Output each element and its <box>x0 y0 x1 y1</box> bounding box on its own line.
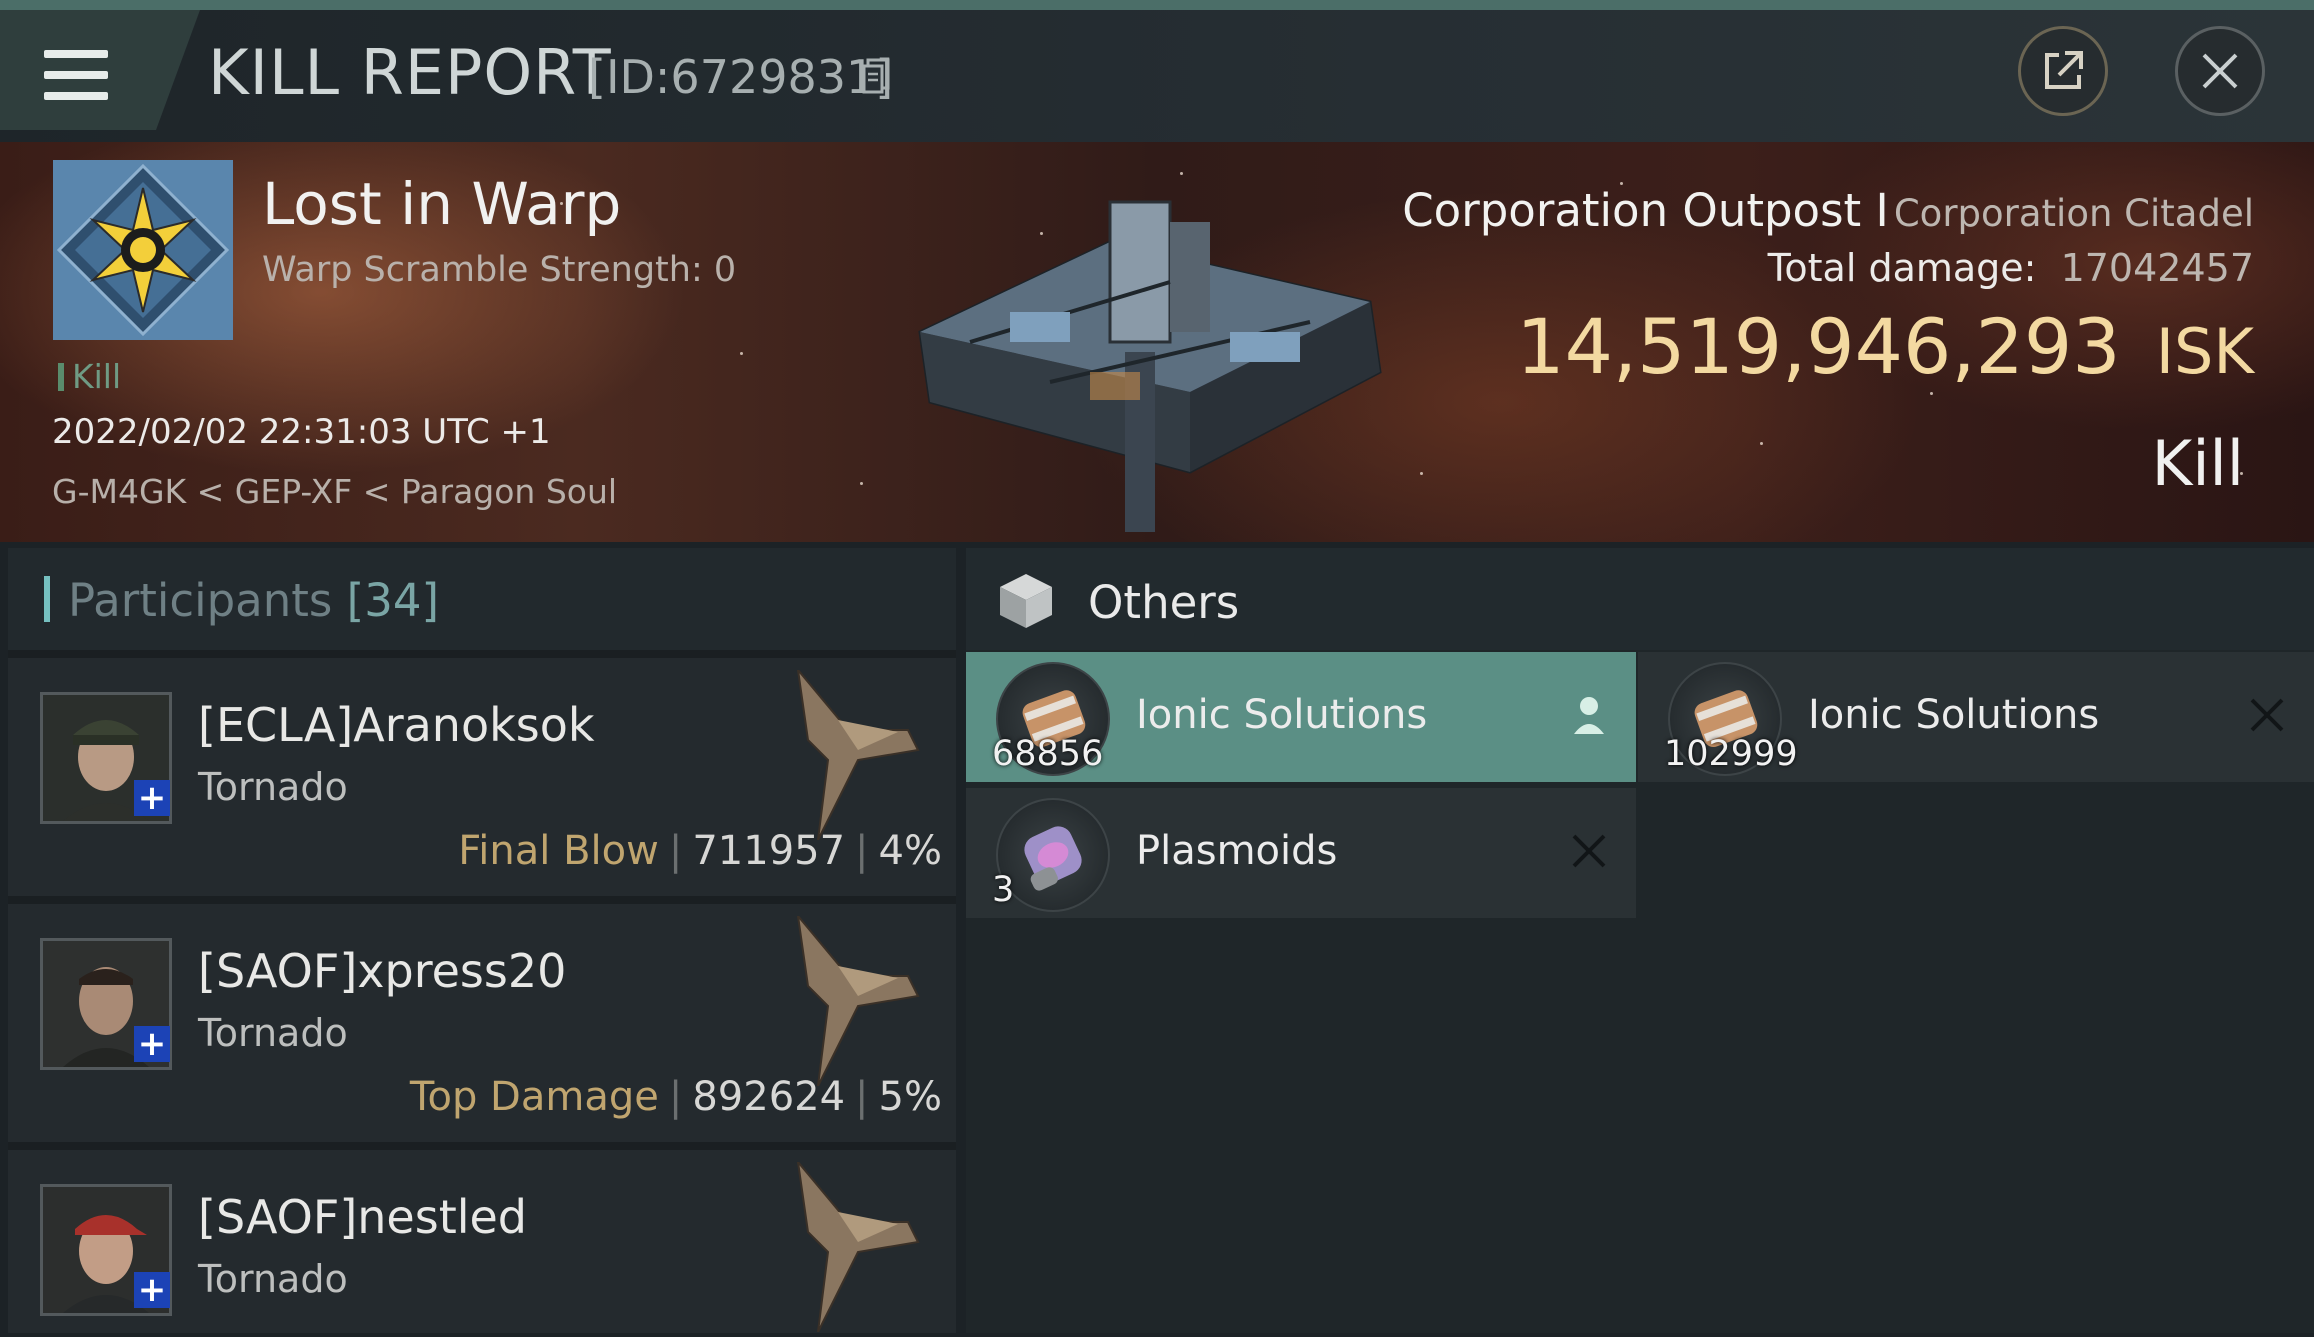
report-id: [ID:6729831] <box>588 50 894 104</box>
stats-separator: | <box>855 1074 869 1120</box>
ship-type: Corporation Outpost I Corporation Citade… <box>1402 184 2254 237</box>
ship-class: Corporation Citadel <box>1893 192 2254 235</box>
ship-name[interactable]: Corporation Outpost I <box>1402 184 1888 237</box>
isk-unit: ISK <box>2155 315 2254 388</box>
item-name: Ionic Solutions <box>1808 692 2100 738</box>
participants-count: [34] <box>346 574 440 627</box>
kill-location[interactable]: G-M4GK < GEP-XF < Paragon Soul <box>52 472 617 511</box>
participant-ship: Tornado <box>198 1257 348 1301</box>
participant-name[interactable]: [ECLA]Aranoksok <box>198 698 594 752</box>
stats-separator: | <box>668 1074 683 1120</box>
participant-name[interactable]: [SAOF]nestled <box>198 1190 527 1244</box>
participant-name[interactable]: [SAOF]xpress20 <box>198 944 566 998</box>
participant-stats: Final Blow | 711957 | 4% <box>458 828 942 874</box>
ship-icon <box>796 916 920 1086</box>
structure-image <box>918 200 1382 532</box>
total-damage: Total damage: 17042457 <box>1768 246 2254 290</box>
participant-tag: Top Damage <box>409 1074 659 1120</box>
participant-ship: Tornado <box>198 765 348 809</box>
others-panel: Others 68856 Ionic Solutions 102999 Ioni… <box>966 548 2314 1333</box>
isk-value: 14,519,946,293 ISK <box>1516 302 2254 391</box>
participant-damage: 711957 <box>692 828 846 874</box>
add-contact-icon[interactable]: + <box>134 780 170 816</box>
cube-icon <box>1000 574 1052 628</box>
kill-tag: Kill <box>58 357 121 396</box>
header-accent <box>44 576 50 622</box>
participant-percent: 5% <box>878 1074 942 1120</box>
close-button[interactable] <box>2175 26 2265 116</box>
share-button[interactable] <box>2018 26 2108 116</box>
participant-row[interactable]: + [SAOF]xpress20 Tornado Top Damage | 8926… <box>8 904 956 1142</box>
x-icon <box>1572 834 1606 868</box>
participant-damage: 892624 <box>692 1074 846 1120</box>
corporation-logo <box>53 160 233 340</box>
victim-banner: Lost in Warp Warp Scramble Strength: 0 K… <box>0 142 2314 542</box>
item-quantity: 68856 <box>992 734 1104 774</box>
close-icon <box>2202 53 2238 89</box>
isk-amount: 14,519,946,293 <box>1516 302 2121 391</box>
participant-tag: Final Blow <box>458 828 659 874</box>
stats-separator: | <box>855 828 869 874</box>
hamburger-icon <box>44 50 108 100</box>
result-label: Kill <box>2151 427 2244 500</box>
participant-ship: Tornado <box>198 1011 348 1055</box>
kill-datetime: 2022/02/02 22:31:03 UTC +1 <box>52 412 551 452</box>
participants-header: Participants [34] <box>8 548 956 650</box>
total-damage-value: 17042457 <box>2060 246 2254 290</box>
external-link-icon <box>2045 51 2083 89</box>
warp-scramble-strength: Warp Scramble Strength: 0 <box>262 250 737 290</box>
total-damage-label: Total damage: <box>1767 246 2037 290</box>
ship-icon <box>796 670 920 840</box>
item-quantity: 102999 <box>1664 734 1798 774</box>
participant-row[interactable]: + [ECLA]Aranoksok Tornado Final Blow | 711… <box>8 658 956 896</box>
x-icon <box>2250 698 2284 732</box>
item-quantity: 3 <box>992 870 1015 910</box>
list-item[interactable]: 3 Plasmoids <box>966 788 1636 918</box>
list-item[interactable]: 102999 Ionic Solutions <box>1638 652 2314 782</box>
participants-title: Participants [34] <box>68 574 439 627</box>
participant-stats: Top Damage | 892624 | 5% <box>410 1074 942 1120</box>
ship-icon <box>796 1162 920 1332</box>
participant-row[interactable]: + [SAOF]nestled Tornado <box>8 1150 956 1333</box>
item-name: Plasmoids <box>1136 828 1338 874</box>
list-item[interactable]: 68856 Ionic Solutions <box>966 652 1636 782</box>
top-accent-strip <box>0 0 2314 10</box>
others-header: Others <box>966 548 2314 650</box>
add-contact-icon[interactable]: + <box>134 1272 170 1308</box>
stats-separator: | <box>668 828 683 874</box>
item-name: Ionic Solutions <box>1136 692 1428 738</box>
person-icon <box>1574 697 1604 734</box>
participant-percent: 4% <box>878 828 942 874</box>
others-title: Others <box>1088 576 1240 629</box>
add-contact-icon[interactable]: + <box>134 1026 170 1062</box>
victim-name[interactable]: Lost in Warp <box>262 170 621 238</box>
participants-panel: Participants [34] + [ECLA]Aranoksok Torn… <box>8 548 956 1333</box>
window-title: KILL REPORT <box>208 36 612 109</box>
participants-label: Participants <box>68 574 333 627</box>
copy-icon[interactable] <box>862 58 890 94</box>
